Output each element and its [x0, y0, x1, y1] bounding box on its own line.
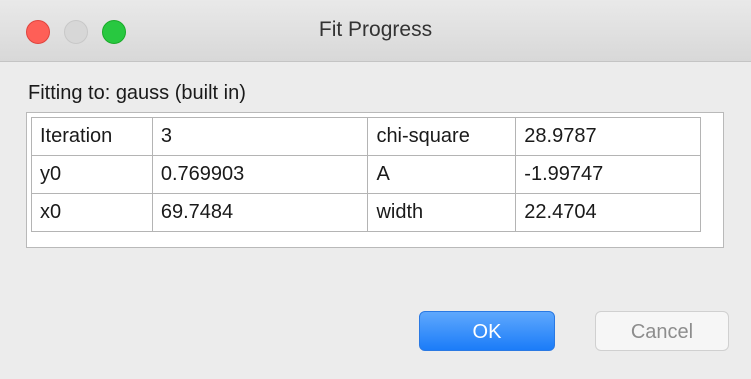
param-value-cell: -1.99747 — [515, 155, 701, 194]
table-row: x0 69.7484 width 22.4704 — [31, 193, 701, 232]
fit-parameters-table-container: Iteration 3 chi-square 28.9787 y0 0.7699… — [26, 112, 724, 248]
cancel-button[interactable]: Cancel — [595, 311, 729, 351]
fitting-function-label: Fitting to: gauss (built in) — [28, 82, 246, 104]
param-value-cell: 0.769903 — [151, 155, 369, 194]
param-value-cell: 28.9787 — [515, 117, 701, 156]
title-bar[interactable]: Fit Progress — [0, 0, 751, 62]
window-title: Fit Progress — [318, 18, 433, 41]
ok-button[interactable]: OK — [419, 311, 555, 351]
table-row: Iteration 3 chi-square 28.9787 — [31, 117, 701, 156]
param-value-cell: 3 — [151, 117, 369, 156]
param-name-cell: Iteration — [31, 117, 153, 156]
param-value-cell: 22.4704 — [515, 193, 701, 232]
table-row: y0 0.769903 A -1.99747 — [31, 155, 701, 194]
param-name-cell: x0 — [31, 193, 153, 232]
param-name-cell: chi-square — [367, 117, 517, 156]
param-name-cell: A — [367, 155, 517, 194]
param-name-cell: width — [367, 193, 517, 232]
param-name-cell: y0 — [31, 155, 153, 194]
fit-parameters-table: Iteration 3 chi-square 28.9787 y0 0.7699… — [31, 117, 701, 232]
param-value-cell: 69.7484 — [151, 193, 369, 232]
fit-progress-window: Fit Progress Fitting to: gauss (built in… — [0, 0, 751, 379]
